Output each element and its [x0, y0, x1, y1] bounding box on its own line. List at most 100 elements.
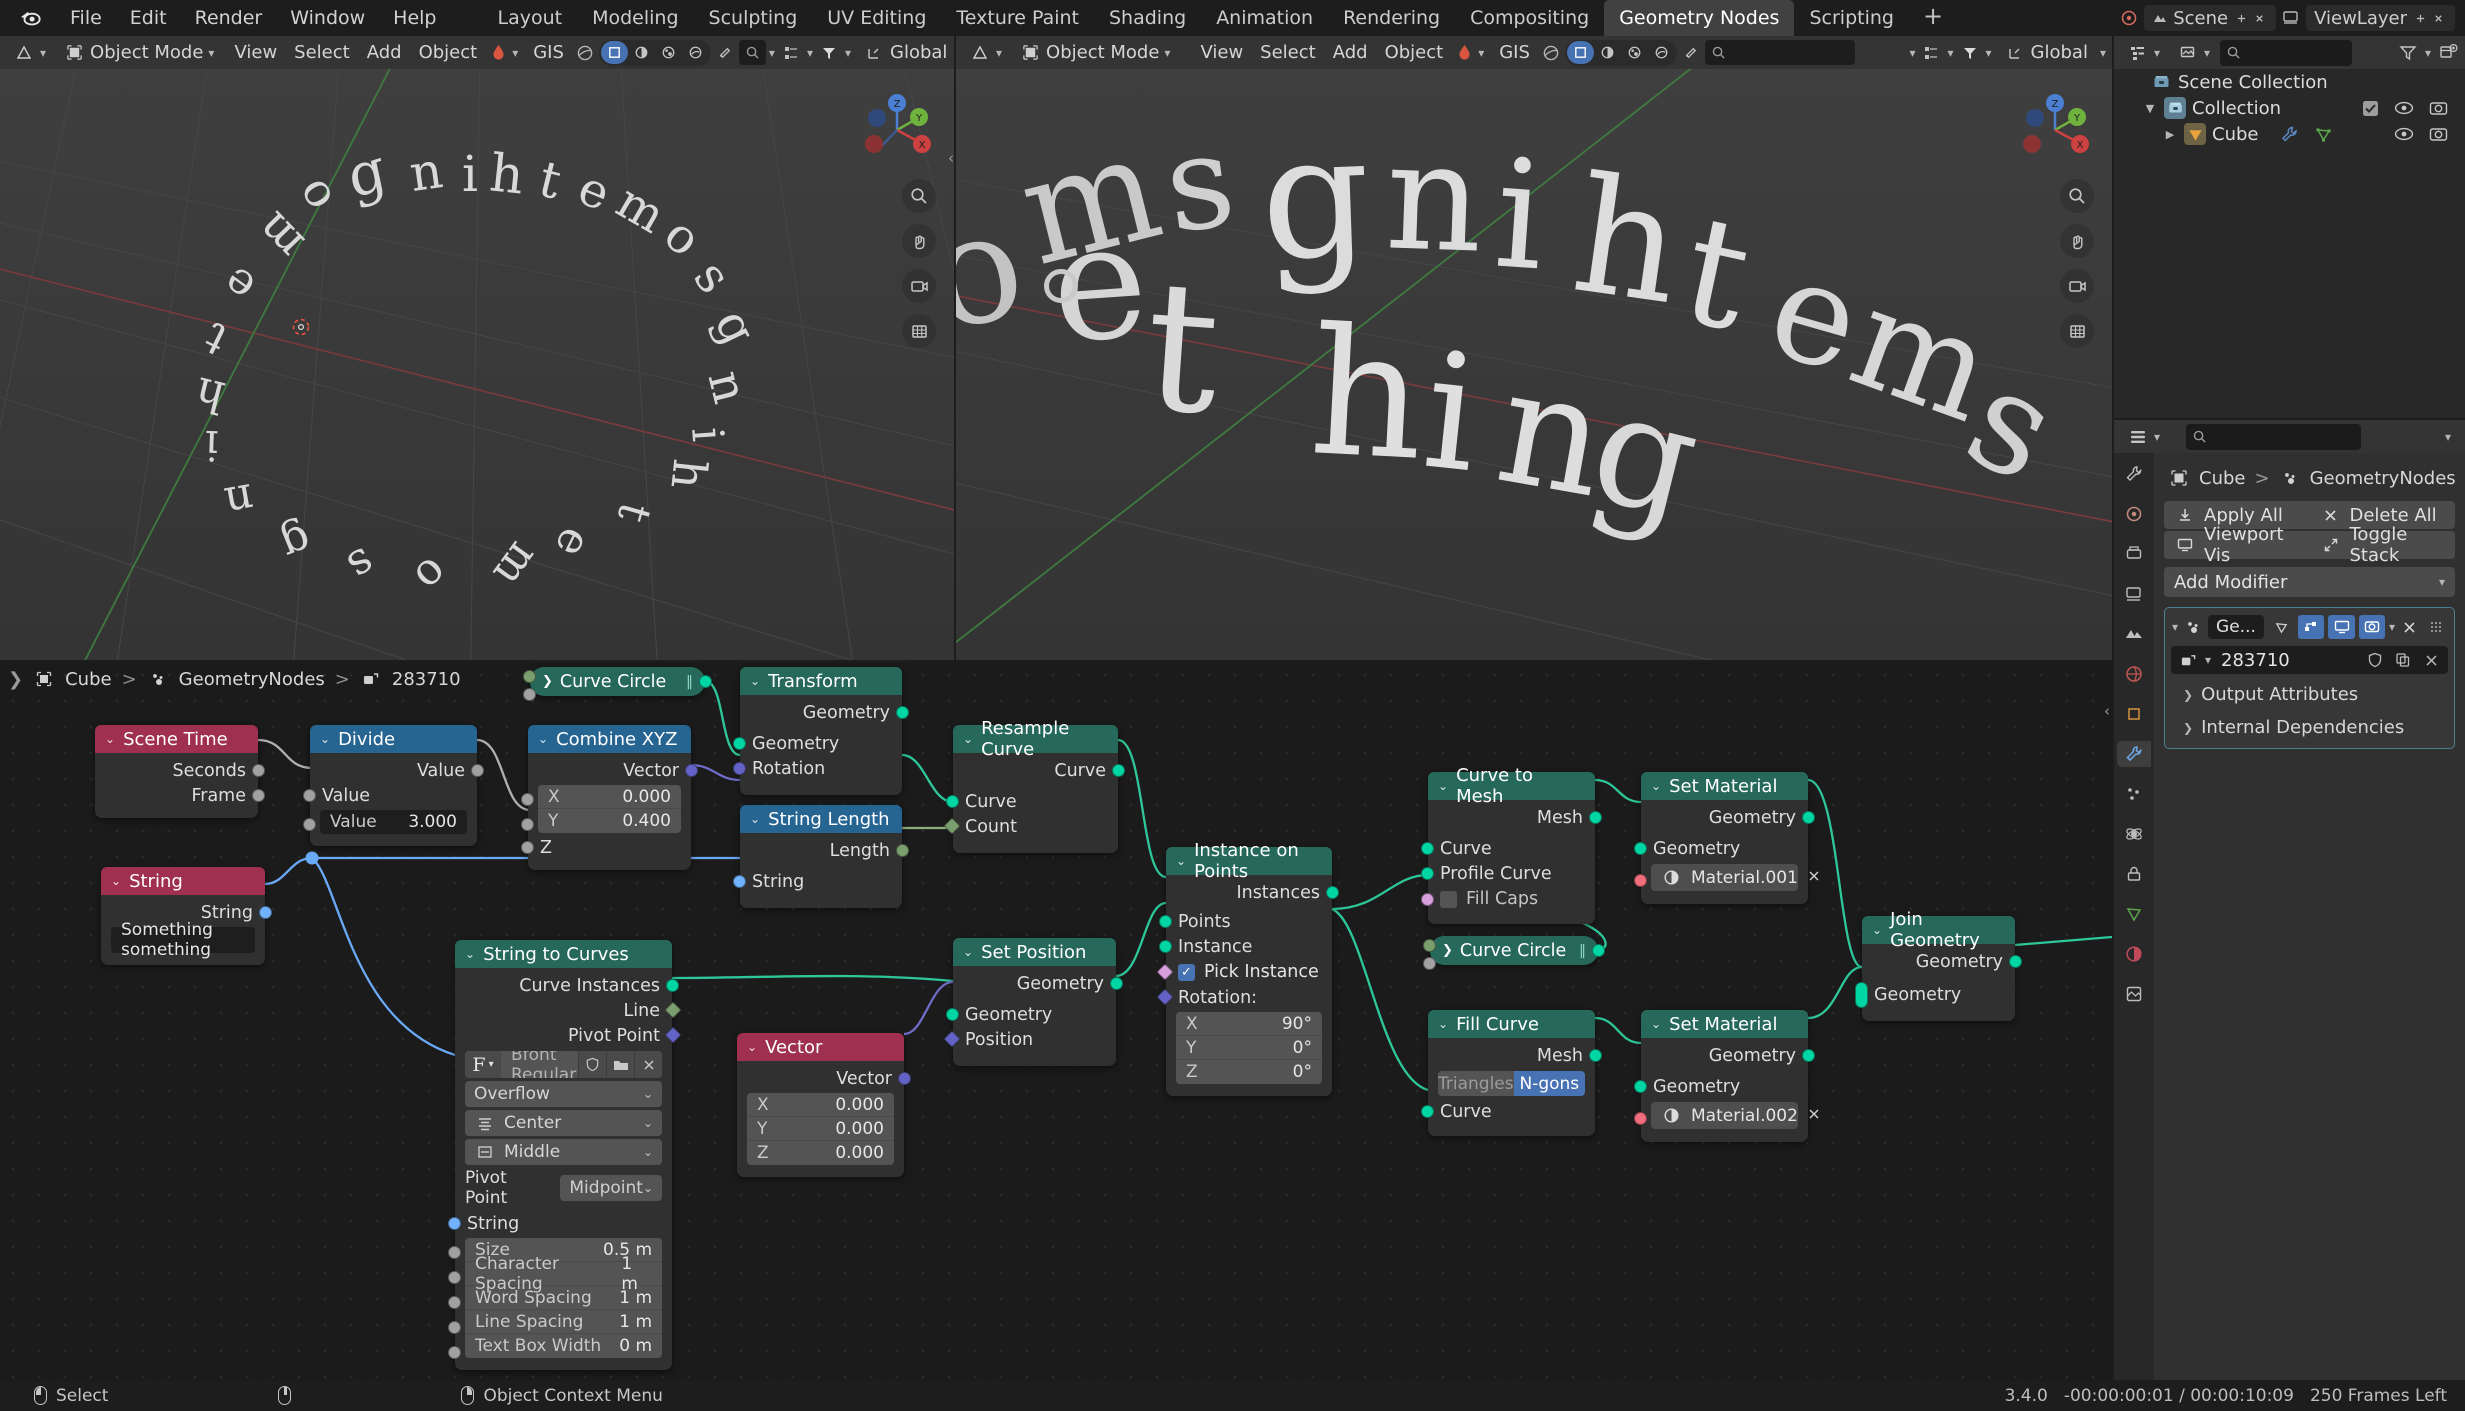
tab-physics[interactable]: [2121, 821, 2147, 847]
viewport-left-nav-gizmo[interactable]: Z Y X: [858, 91, 936, 169]
socket-points[interactable]: [1159, 915, 1172, 928]
tab-output[interactable]: [2121, 541, 2147, 567]
gis-menu-left[interactable]: GIS: [526, 39, 571, 66]
font-open-folder-icon[interactable]: [606, 1051, 634, 1078]
modifier-wrench-icon[interactable]: [2278, 123, 2300, 145]
brush-icon-right[interactable]: [1680, 42, 1702, 64]
menu-render[interactable]: Render: [181, 3, 277, 33]
tab-particles[interactable]: [2121, 781, 2147, 807]
chevron-down-icon-string-to-curves[interactable]: ⌄: [465, 947, 475, 961]
field-stc-char-spacing[interactable]: Character Spacing 1 m: [465, 1254, 662, 1294]
material-selector-2[interactable]: Material.002: [1651, 1102, 1819, 1129]
node-header-transform[interactable]: ⌄ Transform: [740, 667, 902, 695]
field-divide-value[interactable]: Value 3.000: [320, 810, 467, 834]
socket-resample-curve-in[interactable]: [946, 795, 959, 808]
material-unlink-icon-2[interactable]: [1807, 1106, 1821, 1126]
modifier-panel[interactable]: ▾ Ge... ▾ ▾ 283710 ❯ Output Attributes ❯…: [2164, 607, 2455, 749]
node-breadcrumb-group[interactable]: 283710: [392, 669, 461, 690]
modifier-render-display-icon[interactable]: [2358, 615, 2385, 639]
outliner-row-scene-collection[interactable]: Scene Collection: [2114, 69, 2465, 95]
menu-window[interactable]: Window: [276, 3, 379, 33]
node-header-set-material-2[interactable]: ⌄ Set Material: [1641, 1010, 1808, 1038]
chevron-down-icon-divide[interactable]: ⌄: [320, 732, 330, 746]
node-string-to-curves[interactable]: ⌄ String to Curves Curve Instances Line …: [448, 940, 682, 1370]
node-header-set-position[interactable]: ⌄ Set Position: [953, 938, 1116, 966]
chevron-down-icon-vector[interactable]: ⌄: [747, 1040, 757, 1054]
modifier-edit-mode-icon[interactable]: [2268, 615, 2294, 639]
socket-setpos-geometry-in[interactable]: [946, 1008, 959, 1021]
socket-sm1-geometry-out[interactable]: [1802, 811, 1815, 824]
node-header-vector[interactable]: ⌄ Vector: [737, 1033, 904, 1061]
node-resample-curve[interactable]: ⌄ Resample Curve Curve Curve Count: [943, 718, 1125, 853]
socket-stc-word-spacing[interactable]: [448, 1296, 461, 1309]
tab-tool[interactable]: [2121, 461, 2147, 487]
modifier-editmode-display-icon[interactable]: [2298, 615, 2325, 639]
font-fake-user-shield-icon[interactable]: [578, 1051, 606, 1078]
chevron-down-icon-fill-curve[interactable]: ⌄: [1438, 1017, 1448, 1031]
node-string-length[interactable]: ⌄ String Length Length String: [733, 805, 909, 908]
chevron-down-icon-transform[interactable]: ⌄: [750, 674, 760, 688]
chevron-down-icon-set-material-2[interactable]: ⌄: [1651, 1017, 1661, 1031]
socket-divide-value-in[interactable]: [303, 789, 316, 802]
outliner-cube-triangle[interactable]: ▶: [2162, 128, 2178, 141]
outliner-row-collection[interactable]: ▼ Collection: [2114, 95, 2465, 121]
tab-world[interactable]: [2121, 661, 2147, 687]
workspace-tab-shading[interactable]: Shading: [1094, 0, 1201, 36]
socket-transform-geometry-in[interactable]: [733, 737, 746, 750]
proportional-edit-icon-right[interactable]: [1959, 42, 1981, 64]
pivot-point-dropdown[interactable]: Midpoint ⌄: [560, 1175, 662, 1201]
outliner-row-cube[interactable]: ▶ Cube: [2114, 121, 2465, 147]
node-set-position[interactable]: ⌄ Set Position Geometry Geometry Positio…: [943, 938, 1123, 1066]
node-editor-sidebar-handle[interactable]: ‹: [2104, 702, 2110, 720]
viewport-right-pan-tool[interactable]: [2060, 224, 2094, 258]
socket-combine-vector[interactable]: [685, 764, 698, 777]
node-header-combine-xyz[interactable]: ⌄ Combine XYZ: [528, 725, 691, 753]
tab-data[interactable]: [2121, 901, 2147, 927]
proportional-edit-icon-left[interactable]: [818, 42, 840, 64]
material-unlink-icon-1[interactable]: [1807, 868, 1821, 888]
outliner-new-collection-icon[interactable]: [2437, 42, 2459, 64]
socket-divide-value-in-2[interactable]: [303, 818, 316, 831]
node-curve-circle[interactable]: ❯ Curve Circle ‖: [523, 667, 712, 701]
node-breadcrumb-modifier[interactable]: GeometryNodes: [179, 669, 325, 690]
vertical-align-dropdown[interactable]: Middle ⌄: [465, 1139, 662, 1165]
viewport-left-edge-handle[interactable]: ‹: [948, 149, 954, 167]
node-set-material-1[interactable]: ⌄ Set Material Geometry Geometry Materia…: [1634, 772, 1819, 904]
node-fill-curve[interactable]: ⌄ Fill Curve Mesh Triangles N-gons Curve: [1421, 1010, 1602, 1136]
viewport-right[interactable]: m s e t o g n i h t e m s h i n g Z Y X: [956, 69, 2112, 660]
chevron-down-icon-combine-xyz[interactable]: ⌄: [538, 732, 548, 746]
unlink-icon[interactable]: [2420, 649, 2442, 671]
eye-icon-cube[interactable]: [2393, 123, 2415, 145]
modifier-name-field[interactable]: Ge...: [2208, 615, 2264, 639]
scene-selector[interactable]: Scene: [2144, 5, 2277, 31]
shading-solid-icon[interactable]: [628, 41, 655, 64]
modifier-extras-caret[interactable]: ▾: [2389, 620, 2395, 634]
pick-instance-checkbox[interactable]: ✓: [1178, 963, 1195, 981]
eye-icon[interactable]: [2393, 97, 2415, 119]
node-header-string-to-curves[interactable]: ⌄ String to Curves: [455, 940, 672, 968]
blender-logo-icon[interactable]: [14, 1, 48, 35]
socket-instances-out[interactable]: [1326, 886, 1339, 899]
pick-instance-row[interactable]: ✓ Pick Instance: [1156, 959, 1332, 985]
object-mode-selector-right[interactable]: Object Mode ▾: [1012, 39, 1177, 67]
node-header-resample-curve[interactable]: ⌄ Resample Curve: [953, 718, 1118, 760]
menu-file[interactable]: File: [56, 3, 116, 33]
chevron-down-icon-instance-on-points[interactable]: ⌄: [1176, 854, 1186, 868]
node-divide[interactable]: ⌄ Divide Value Value Value 3.000: [303, 725, 484, 846]
tab-constraints[interactable]: [2121, 861, 2147, 887]
mesh-data-icon[interactable]: [2312, 123, 2334, 145]
outliner-collection-triangle[interactable]: ▼: [2142, 102, 2158, 115]
add-workspace-button[interactable]: +: [1909, 0, 1957, 36]
modifier-expand-caret[interactable]: ▾: [2172, 620, 2178, 634]
socket-jg-geometry-in[interactable]: [1855, 982, 1868, 1008]
node-header-curve-to-mesh[interactable]: ⌄ Curve to Mesh: [1428, 765, 1595, 807]
node-vector[interactable]: ⌄ Vector Vector X 0.000 Y 0.000 Z 0.000: [737, 1033, 911, 1177]
breadcrumb-back-arrow[interactable]: ❯: [8, 669, 23, 690]
socket-sm1-material[interactable]: [1634, 874, 1647, 887]
field-rotation-y[interactable]: Y 0°: [1176, 1036, 1322, 1060]
socket-setpos-geometry-out[interactable]: [1110, 977, 1123, 990]
socket-jg-geometry-out[interactable]: [2009, 955, 2022, 968]
camera-icon-cube[interactable]: [2427, 123, 2449, 145]
workspace-tab-uv-editing[interactable]: UV Editing: [812, 0, 941, 36]
socket-frame[interactable]: [252, 789, 265, 802]
